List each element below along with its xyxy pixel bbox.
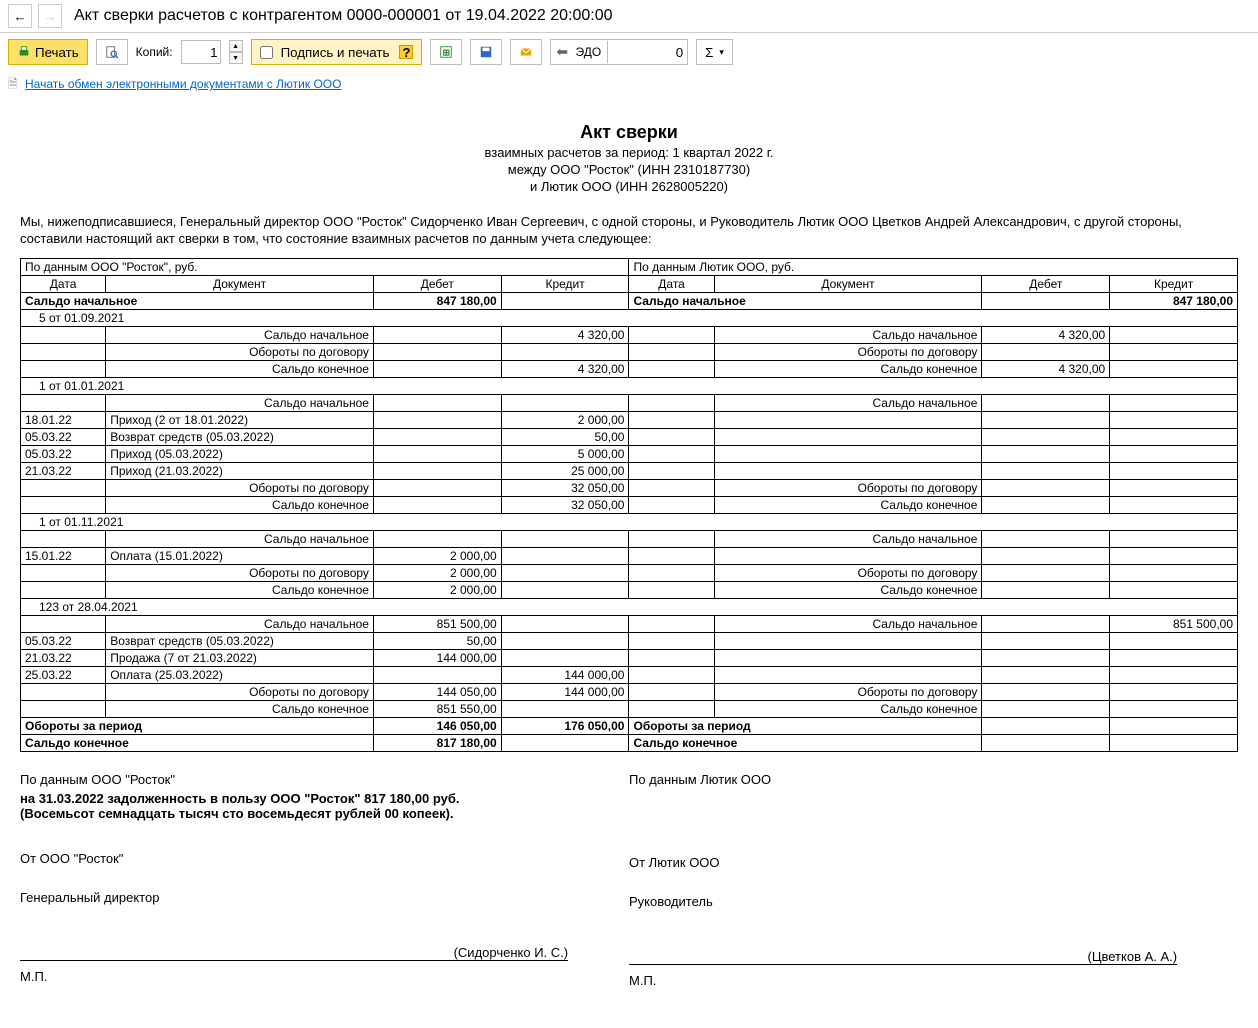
copies-label: Копий: bbox=[136, 45, 173, 59]
sigma-icon: Σ bbox=[705, 45, 713, 60]
sum-button[interactable]: Σ ▾ bbox=[696, 39, 733, 65]
mp-right: М.П. bbox=[629, 973, 1238, 988]
footer-left-by: По данным ООО "Росток" bbox=[20, 772, 629, 787]
doc-sub3: и Лютик ООО (ИНН 2628005220) bbox=[20, 179, 1238, 194]
sign-label: Подпись и печать bbox=[281, 45, 390, 60]
mp-left: М.П. bbox=[20, 969, 629, 984]
sign-name-left: (Сидорченко И. С.) bbox=[454, 945, 569, 960]
svg-text:⊞: ⊞ bbox=[443, 48, 450, 58]
sign-stamp-button[interactable]: Подпись и печать ? bbox=[251, 39, 423, 65]
doc-title: Акт сверки bbox=[20, 122, 1238, 143]
document-body: Акт сверки взаимных расчетов за период: … bbox=[0, 122, 1258, 1028]
right-header: По данным Лютик ООО, руб. bbox=[629, 258, 1238, 275]
diskette-icon bbox=[479, 45, 493, 59]
back-button[interactable]: ← bbox=[8, 4, 32, 28]
left-header: По данным ООО "Росток", руб. bbox=[21, 258, 629, 275]
intro-text: Мы, нижеподписавшиеся, Генеральный дирек… bbox=[20, 214, 1238, 248]
from-right: От Лютик ООО bbox=[629, 855, 1238, 870]
copies-down-button[interactable]: ▼ bbox=[229, 52, 243, 64]
sign-name-right: (Цветков А. А.) bbox=[1088, 949, 1178, 964]
save-button[interactable] bbox=[470, 39, 502, 65]
doc-sub1: взаимных расчетов за период: 1 квартал 2… bbox=[20, 145, 1238, 160]
forward-button[interactable]: → bbox=[38, 4, 62, 28]
position-left: Генеральный директор bbox=[20, 890, 629, 905]
from-left: От ООО "Росток" bbox=[20, 851, 629, 866]
position-right: Руководитель bbox=[629, 894, 1238, 909]
document-icon: 🗎 bbox=[8, 77, 18, 91]
print-label: Печать bbox=[35, 45, 79, 60]
email-button[interactable] bbox=[510, 39, 542, 65]
reconciliation-table: По данным ООО "Росток", руб. По данным Л… bbox=[20, 258, 1238, 752]
printer-icon bbox=[17, 45, 31, 59]
sign-checkbox[interactable] bbox=[260, 46, 273, 59]
edo-icon bbox=[555, 45, 569, 59]
debt-summary: на 31.03.2022 задолженность в пользу ООО… bbox=[20, 791, 520, 821]
footer-right-by: По данным Лютик ООО bbox=[629, 772, 1238, 787]
excel-button[interactable]: ⊞ bbox=[430, 39, 462, 65]
copies-up-button[interactable]: ▲ bbox=[229, 40, 243, 52]
window-title: Акт сверки расчетов с контрагентом 0000-… bbox=[74, 7, 613, 25]
print-button[interactable]: Печать bbox=[8, 39, 88, 65]
preview-button[interactable] bbox=[96, 39, 128, 65]
help-icon[interactable]: ? bbox=[399, 45, 413, 59]
edo-start-link[interactable]: Начать обмен электронными документами с … bbox=[25, 77, 341, 91]
chevron-down-icon: ▾ bbox=[719, 47, 724, 58]
edo-label[interactable]: ЭДО bbox=[569, 45, 607, 59]
preview-icon bbox=[105, 45, 119, 59]
edo-input[interactable] bbox=[607, 41, 687, 63]
copies-input[interactable] bbox=[181, 40, 221, 64]
doc-sub2: между ООО "Росток" (ИНН 2310187730) bbox=[20, 162, 1238, 177]
spreadsheet-icon: ⊞ bbox=[439, 45, 453, 59]
envelope-icon bbox=[519, 45, 533, 59]
